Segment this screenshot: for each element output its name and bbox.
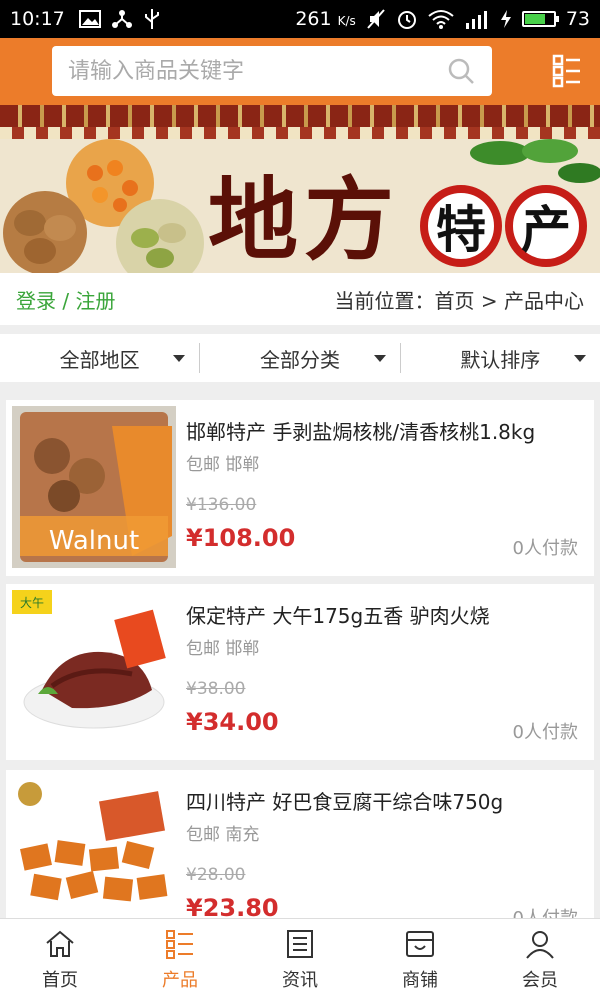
status-time: 10:17 xyxy=(10,8,65,30)
nuts-image xyxy=(3,139,204,273)
nav-news-label: 资讯 xyxy=(282,969,318,991)
user-icon xyxy=(526,930,554,959)
svg-text:Walnut: Walnut xyxy=(49,526,139,556)
banner-title: 地方 xyxy=(208,167,400,273)
original-price: ¥28.00 xyxy=(186,865,246,885)
svg-text:大午: 大午 xyxy=(20,596,44,610)
nav-member-label: 会员 xyxy=(522,969,558,991)
filter-category-label: 全部分类 xyxy=(259,347,340,372)
battery-level: 73 xyxy=(565,8,590,30)
category-menu-icon[interactable] xyxy=(552,54,582,88)
network-speed: 261 K/s xyxy=(295,8,356,30)
bottom-nav: 首页 产品 资讯 商铺 会员 xyxy=(0,918,600,1000)
sale-price: ¥23.80 xyxy=(186,894,279,918)
status-bar: 10:17 261 K/s 73 xyxy=(0,0,600,38)
header xyxy=(0,38,600,105)
search-box[interactable] xyxy=(52,46,492,96)
product-thumbnail[interactable]: Walnut xyxy=(12,406,176,568)
charging-icon xyxy=(500,10,511,28)
login-register-link[interactable]: 登录 / 注册 xyxy=(16,285,115,314)
product-thumbnail[interactable] xyxy=(12,776,176,918)
dropdown-arrow-icon xyxy=(573,355,586,362)
signal-icon xyxy=(465,11,487,29)
banner-seal-1: 特 xyxy=(420,185,502,267)
alarm-icon xyxy=(397,11,416,29)
product-meta: 包邮 邯郸 xyxy=(186,639,260,659)
nav-shops-label: 商铺 xyxy=(402,969,438,991)
product-title[interactable]: 四川特产 好巴食豆腐干综合味750g xyxy=(186,786,503,815)
product-thumbnail[interactable]: 大午 xyxy=(12,590,176,752)
paid-count: 0人付款 xyxy=(512,538,578,559)
filter-region[interactable]: 全部地区 xyxy=(0,343,199,373)
dropdown-arrow-icon xyxy=(373,355,386,362)
nav-news[interactable]: 资讯 xyxy=(240,919,360,1000)
filter-category[interactable]: 全部分类 xyxy=(199,343,399,373)
home-icon xyxy=(46,930,74,957)
banner-seal-2: 产 xyxy=(505,185,587,267)
list-icon xyxy=(166,929,193,959)
filter-bar: 全部地区 全部分类 默认排序 xyxy=(0,334,600,382)
nav-shops[interactable]: 商铺 xyxy=(360,919,480,1000)
product-card[interactable]: 大午 保定特产 大午175g五香 驴肉火烧 包邮 邯郸 ¥38.00 ¥34.0… xyxy=(6,584,594,760)
product-card[interactable]: 四川特产 好巴食豆腐干综合味750g 包邮 南充 ¥28.00 ¥23.80 0… xyxy=(6,770,594,918)
walnut-package-image: Walnut xyxy=(12,406,176,568)
sale-price: ¥34.00 xyxy=(186,708,279,736)
product-title[interactable]: 邯郸特产 手剥盐焗核桃/清香核桃1.8kg xyxy=(186,416,535,445)
notification-icons xyxy=(78,8,161,30)
shop-icon xyxy=(406,930,434,957)
status-right: 261 K/s 73 xyxy=(295,8,590,30)
image-icon xyxy=(78,10,101,28)
donkey-meat-image: 大午 xyxy=(12,590,166,729)
product-meta: 包邮 邯郸 xyxy=(186,455,260,475)
usb-icon xyxy=(144,9,159,29)
wifi-icon xyxy=(428,10,454,29)
product-title[interactable]: 保定特产 大午175g五香 驴肉火烧 xyxy=(186,600,490,629)
paid-count: 0人付款 xyxy=(512,722,578,743)
nav-home-label: 首页 xyxy=(42,969,78,991)
sale-price: ¥108.00 xyxy=(186,524,296,552)
product-list: Walnut 邯郸特产 手剥盐焗核桃/清香核桃1.8kg 包邮 邯郸 ¥136.… xyxy=(0,392,600,918)
search-icon[interactable] xyxy=(446,56,476,86)
filter-region-label: 全部地区 xyxy=(59,347,140,372)
original-price: ¥38.00 xyxy=(186,679,246,699)
paid-count: 0人付款 xyxy=(513,904,578,918)
product-card[interactable]: Walnut 邯郸特产 手剥盐焗核桃/清香核桃1.8kg 包邮 邯郸 ¥136.… xyxy=(6,400,594,576)
share-icon xyxy=(111,10,132,28)
nav-member[interactable]: 会员 xyxy=(480,919,600,1000)
nav-home[interactable]: 首页 xyxy=(0,919,120,1000)
mute-icon xyxy=(367,9,385,29)
breadcrumb[interactable]: 当前位置：首页 > 产品中心 xyxy=(335,285,584,314)
nav-products-label: 产品 xyxy=(162,969,198,991)
filter-sort[interactable]: 默认排序 xyxy=(399,343,600,373)
product-meta: 包邮 南充 xyxy=(186,825,260,845)
dropdown-arrow-icon xyxy=(173,355,186,362)
search-input[interactable] xyxy=(68,58,446,84)
nav-products[interactable]: 产品 xyxy=(120,919,240,1000)
original-price: ¥136.00 xyxy=(186,495,257,515)
banner[interactable]: 地方 特 产 xyxy=(0,105,600,273)
news-icon xyxy=(287,929,313,958)
tofu-snack-image xyxy=(18,782,168,902)
filter-sort-label: 默认排序 xyxy=(460,347,541,372)
breadcrumb-row: 登录 / 注册 当前位置：首页 > 产品中心 xyxy=(0,273,600,325)
battery-icon xyxy=(521,11,559,27)
